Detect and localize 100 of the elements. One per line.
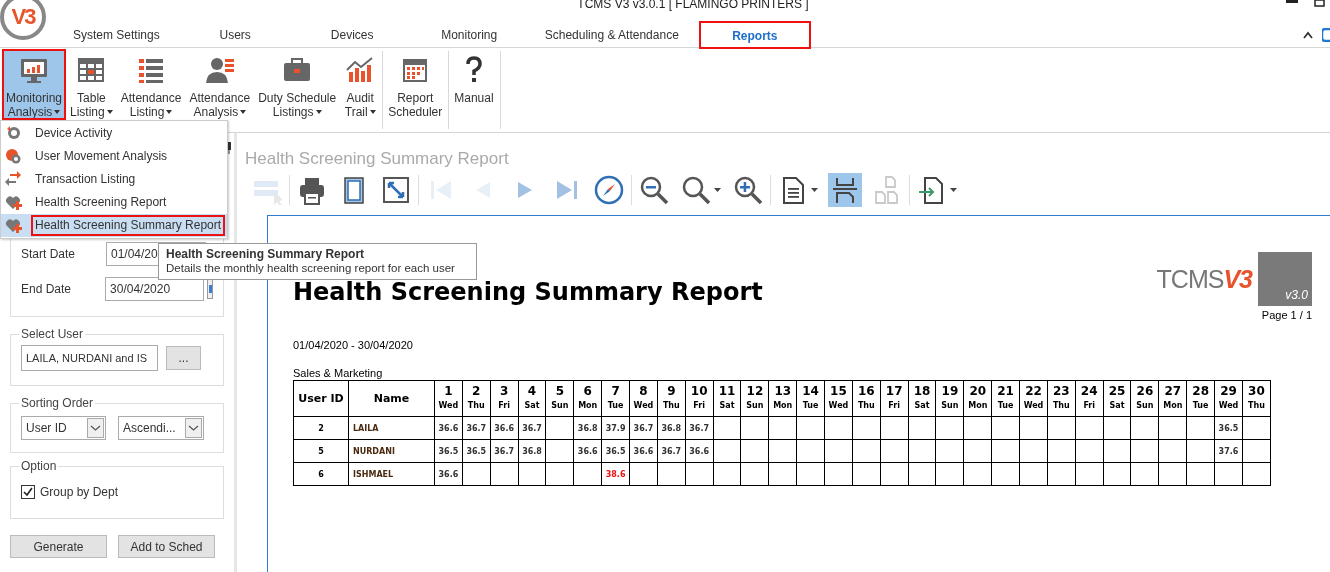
checkbox-label[interactable]: Group by Dept xyxy=(40,485,119,499)
ribbon-button[interactable]: Attendance Analysis xyxy=(187,51,253,118)
day-header: 7 Tue xyxy=(601,380,630,417)
tab[interactable]: System Settings xyxy=(56,23,177,47)
sort-direction-select[interactable]: Ascendi... xyxy=(118,416,204,440)
report-heading: Health Screening Summary Report xyxy=(245,148,510,170)
browse-button[interactable]: ... xyxy=(166,346,201,370)
day-header: 23 Thu xyxy=(1047,380,1076,417)
day-header: 26 Sun xyxy=(1131,380,1159,417)
day-header: 9 Thu xyxy=(657,380,686,417)
day-header: 21 Tue xyxy=(991,380,1020,417)
day-header: 19 Sun xyxy=(935,380,964,417)
table-cell: 36.7 xyxy=(657,439,686,463)
day-header: 3 Fri xyxy=(490,380,519,417)
report-title: Health Screening Summary Report xyxy=(293,278,763,306)
tab[interactable]: Scheduling & Attendance xyxy=(527,23,696,47)
day-header: 25 Sat xyxy=(1103,380,1131,417)
day-header: 18 Sat xyxy=(908,380,936,417)
table-cell: 36.7 xyxy=(685,416,714,440)
sort-field-select[interactable]: User ID xyxy=(21,416,106,440)
table-cell: 36.5 xyxy=(1214,416,1243,440)
table-cell: 36.8 xyxy=(657,416,686,440)
report-logo: TCMSV3 xyxy=(1156,264,1252,294)
day-header: 20 Mon xyxy=(963,380,992,417)
table-cell: 36.6 xyxy=(629,439,658,463)
page-number: Page 1 / 1 xyxy=(1261,309,1312,321)
ribbon-button[interactable]: Table Listing xyxy=(68,51,115,118)
day-header: 4 Sat xyxy=(518,380,546,417)
ribbon-button[interactable]: Monitoring Analysis xyxy=(4,51,65,118)
table-cell: 5 xyxy=(293,439,349,463)
day-header: 6 Mon xyxy=(573,380,602,417)
day-header: 10 Fri xyxy=(685,380,714,417)
table-cell: 36.8 xyxy=(518,439,546,463)
day-header: 16 Thu xyxy=(852,380,881,417)
table-cell: NURDANI xyxy=(348,439,435,463)
table-cell: 36.8 xyxy=(573,416,602,440)
table-cell: 38.6 xyxy=(601,462,630,486)
user-field[interactable]: LAILA, NURDANI and IS xyxy=(21,345,158,371)
table-cell: 36.7 xyxy=(518,416,546,440)
department-name: Sales & Marketing xyxy=(293,367,384,379)
table-cell: 37.6 xyxy=(1214,439,1243,463)
table-cell: LAILA xyxy=(348,416,435,440)
tab[interactable]: Devices xyxy=(293,23,411,47)
ribbon-button[interactable]: Report Scheduler xyxy=(386,51,445,118)
table-cell: 36.5 xyxy=(434,439,463,463)
date-field[interactable]: 30/04/2020 xyxy=(105,276,204,301)
table-cell: 36.6 xyxy=(490,416,519,440)
date-range: 01/04/2020 - 30/04/2020 xyxy=(293,339,414,351)
day-header: 30 Thu xyxy=(1242,380,1271,417)
day-header: 28 Tue xyxy=(1186,380,1215,417)
window-title: TCMS V3 v3.0.1 [ FLAMINGO PRINTERS ] xyxy=(576,0,810,11)
day-header: 29 Wed xyxy=(1214,380,1243,417)
table-cell: 36.5 xyxy=(462,439,491,463)
day-header: 12 Sun xyxy=(740,380,769,417)
table-cell: 2 xyxy=(293,416,349,440)
table-cell: 37.9 xyxy=(601,416,630,440)
table-cell: 36.6 xyxy=(434,462,463,486)
tab[interactable]: Monitoring xyxy=(410,23,528,47)
day-header: 22 Wed xyxy=(1019,380,1048,417)
table-cell: 36.7 xyxy=(490,439,519,463)
app-logo: V3 xyxy=(0,0,46,40)
version-label: v3.0 xyxy=(1258,252,1312,306)
group-label: Select User xyxy=(20,327,85,341)
table-cell: 36.6 xyxy=(434,416,463,440)
day-header: 2 Thu xyxy=(462,380,491,417)
group-label: Option xyxy=(20,459,58,473)
table-cell: 6 xyxy=(293,462,349,486)
table-cell: 36.5 xyxy=(601,439,630,463)
field-label: End Date xyxy=(21,281,73,296)
day-header: 27 Mon xyxy=(1158,380,1187,417)
day-header: 14 Tue xyxy=(796,380,825,417)
day-header: 1 Wed xyxy=(434,380,463,417)
action-button[interactable]: Generate xyxy=(10,535,107,558)
column-header: Name xyxy=(348,380,435,417)
day-header: 17 Fri xyxy=(880,380,909,417)
column-header: User ID xyxy=(293,380,349,417)
menu-item[interactable]: User Movement Analysis xyxy=(1,145,228,168)
day-header: 11 Sat xyxy=(713,380,741,417)
group-label: Sorting Order xyxy=(20,396,95,410)
field-label: Start Date xyxy=(21,246,77,261)
day-header: 8 Wed xyxy=(629,380,658,417)
day-header: 24 Fri xyxy=(1075,380,1104,417)
table-cell: 36.6 xyxy=(685,439,714,463)
day-header: 13 Mon xyxy=(768,380,797,417)
menu-item[interactable]: Health Screening Report xyxy=(1,191,228,214)
table-cell: ISHMAEL xyxy=(348,462,435,486)
table-cell: 36.6 xyxy=(573,439,602,463)
tab[interactable]: Users xyxy=(176,23,294,47)
menu-item[interactable]: Health Screening Summary Report xyxy=(1,214,228,237)
day-header: 15 Wed xyxy=(824,380,853,417)
menu-item[interactable]: Transaction Listing xyxy=(1,168,228,191)
ribbon-button[interactable]: Manual xyxy=(452,51,496,118)
table-cell: 36.7 xyxy=(629,416,658,440)
tab[interactable]: Reports xyxy=(699,22,810,48)
action-button[interactable]: Add to Sched xyxy=(118,535,215,558)
menu-item[interactable]: Device Activity xyxy=(1,122,228,145)
ribbon-button[interactable]: Attendance Listing xyxy=(118,51,184,118)
ribbon-button[interactable]: Duty Schedule Listings xyxy=(256,51,339,118)
day-header: 5 Sun xyxy=(545,380,574,417)
ribbon-button[interactable]: Audit Trail xyxy=(342,51,379,118)
